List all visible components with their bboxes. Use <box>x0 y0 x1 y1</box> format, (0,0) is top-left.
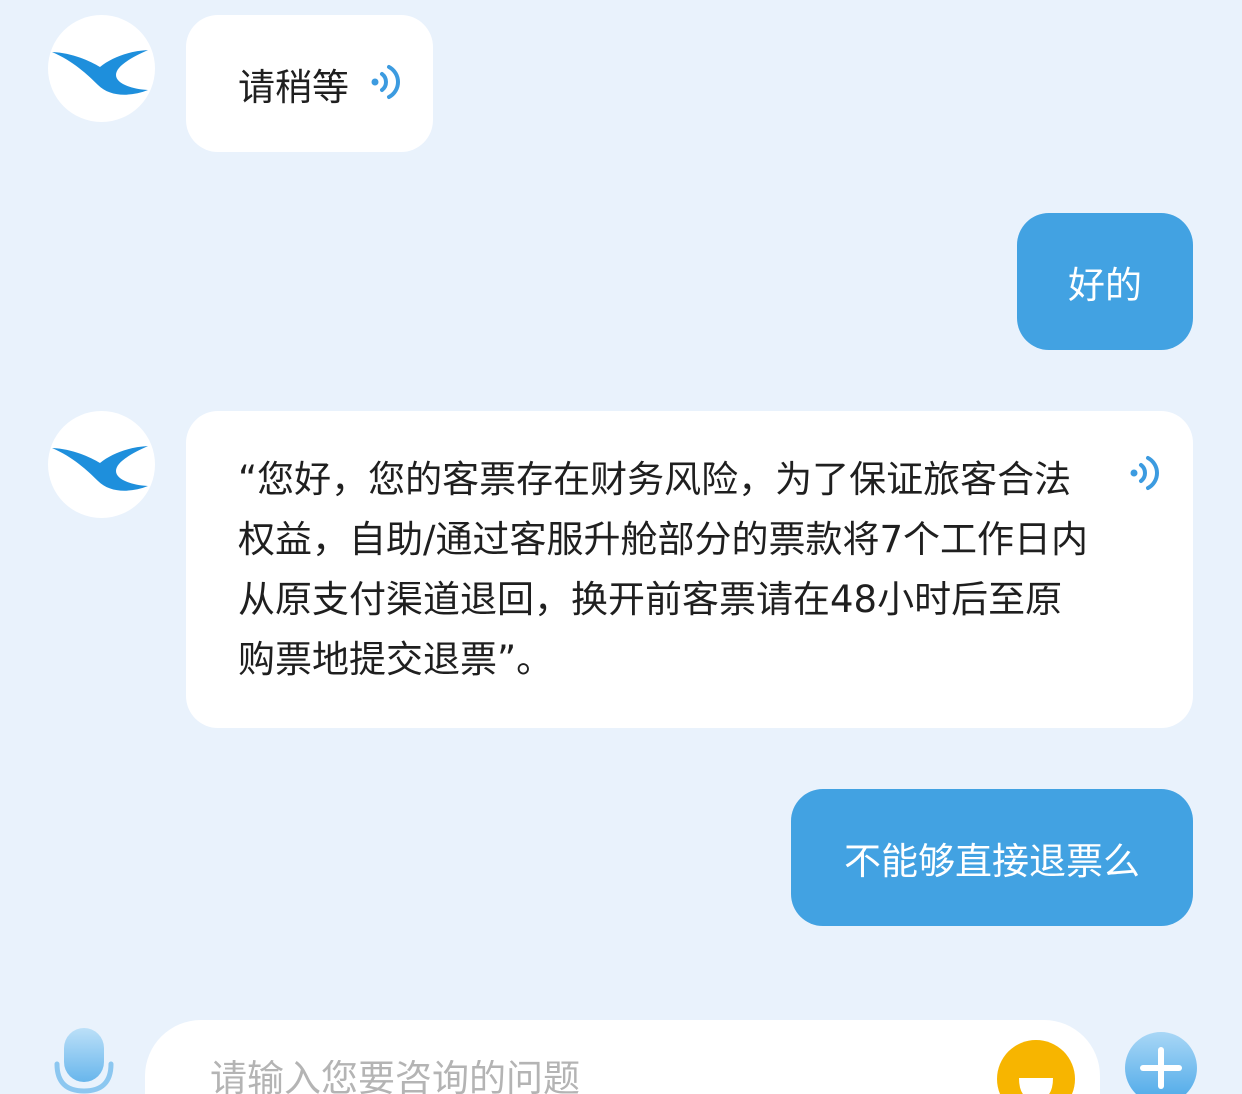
message-line: 购票地提交退票”。 <box>238 638 554 681</box>
bot-avatar <box>48 411 155 518</box>
user-message-bubble: 不能够直接退票么 <box>791 789 1193 926</box>
bird-logo-icon <box>52 446 148 491</box>
plus-icon <box>1125 1032 1197 1094</box>
user-message-bubble: 好的 <box>1017 213 1193 350</box>
bot-message-bubble: “您好，您的客票存在财务风险，为了保证旅客合法 权益，自助/通过客服升舱部分的票… <box>186 411 1193 728</box>
bot-avatar <box>48 15 155 122</box>
message-text: 不能够直接退票么 <box>844 839 1140 883</box>
message-line: 权益，自助/通过客服升舱部分的票款将7个工作日内 <box>238 518 1089 561</box>
message-line: 从原支付渠道退回，换开前客票请在48小时后至原 <box>238 578 1063 621</box>
message-text: 好的 <box>1068 263 1142 307</box>
speaker-icon[interactable] <box>371 64 403 100</box>
voice-input-button[interactable] <box>54 1028 114 1094</box>
chat-area: 请稍等 好的 “您好，您的客票存在财务风险，为了保证旅客合法 权益，自助/通过客… <box>0 0 1242 1000</box>
message-input[interactable]: 请输入您要咨询的问题 <box>145 1020 1100 1094</box>
message-text: 请稍等 <box>238 65 349 109</box>
input-placeholder: 请输入您要咨询的问题 <box>210 1060 580 1094</box>
microphone-icon <box>54 1028 114 1094</box>
bird-logo-icon <box>52 50 148 95</box>
smiley-icon <box>997 1040 1075 1094</box>
add-button[interactable] <box>1124 1031 1198 1094</box>
emoji-button[interactable] <box>995 1038 1077 1094</box>
message-line: “您好，您的客票存在财务风险，为了保证旅客合法 <box>238 458 1072 501</box>
bot-message-bubble: 请稍等 <box>186 15 433 152</box>
speaker-icon[interactable] <box>1130 455 1162 491</box>
input-bar: 请输入您要咨询的问题 <box>0 1000 1242 1094</box>
